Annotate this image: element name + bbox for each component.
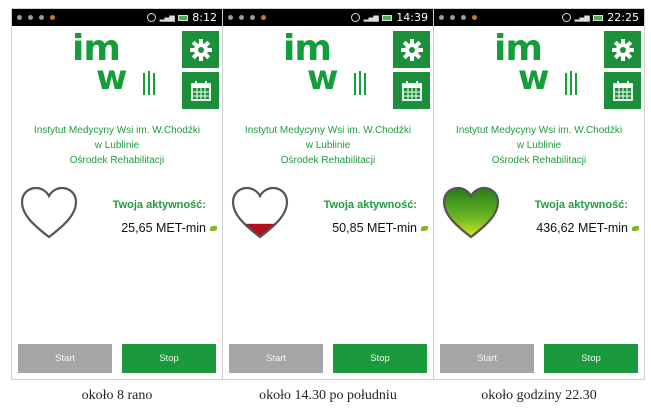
system-icons: ▂▄▆ 22:25	[561, 11, 639, 24]
imw-logo: im w	[72, 31, 162, 97]
system-icons: ▂▄▆ 8:12	[146, 11, 217, 24]
gear-icon	[189, 38, 212, 61]
notification-icon	[17, 15, 22, 20]
institute-line: Ośrodek Rehabilitacji	[280, 155, 376, 166]
calendar-button[interactable]	[182, 72, 219, 109]
alarm-icon	[561, 13, 571, 22]
battery-icon	[382, 14, 393, 21]
institute-line: Instytut Medycyny Wsi im. W.Chodźki	[244, 125, 412, 136]
leaf-icon	[421, 226, 428, 231]
logo-text-bottom: w	[518, 58, 550, 98]
status-time: 8:12	[192, 11, 217, 24]
activity-label: Twoja aktywność:	[112, 199, 206, 211]
settings-button[interactable]	[604, 31, 641, 68]
notification-icon	[439, 15, 444, 20]
heart-icon	[442, 186, 500, 239]
battery-icon	[178, 14, 189, 21]
leaf-icon	[632, 226, 639, 231]
notification-icon	[39, 15, 44, 20]
calendar-icon	[612, 80, 633, 101]
logo-text-bottom: w	[307, 58, 339, 98]
institute-line: w Lublinie	[94, 140, 140, 151]
notification-icon	[261, 15, 266, 20]
start-button[interactable]: Start	[440, 344, 534, 373]
notification-icons	[439, 15, 477, 20]
signal-icon: ▂▄▆	[363, 13, 379, 22]
phone-screen: ▂▄▆ 22:25 im w Instytut Medycyny Wsi im.…	[433, 8, 645, 380]
screen-caption: około 8 rano	[81, 388, 153, 403]
notification-icon	[228, 15, 233, 20]
signal-icon: ▂▄▆	[159, 13, 175, 22]
alarm-icon	[146, 13, 156, 22]
phone-screen: ▂▄▆ 14:39 im w Instytut Medycyny Wsi im.…	[222, 8, 434, 380]
activity-value: 25,65 MET-min	[121, 221, 206, 235]
start-button[interactable]: Start	[18, 344, 112, 373]
notification-icon	[28, 15, 33, 20]
screen-caption: około 14.30 po południu	[259, 388, 397, 403]
imw-logo: im w	[283, 31, 373, 97]
settings-button[interactable]	[393, 31, 430, 68]
alarm-icon	[350, 13, 360, 22]
status-time: 22:25	[607, 11, 639, 24]
institute-name: Instytut Medycyny Wsi im. W.Chodźki w Lu…	[12, 123, 222, 168]
activity-value: 436,62 MET-min	[536, 221, 628, 235]
notification-icon	[250, 15, 255, 20]
institute-name: Instytut Medycyny Wsi im. W.Chodźki w Lu…	[434, 123, 644, 168]
system-icons: ▂▄▆ 14:39	[350, 11, 428, 24]
leaf-icon	[210, 226, 217, 231]
notification-icon	[461, 15, 466, 20]
logo-text-bottom: w	[96, 58, 128, 98]
heart-icon	[20, 186, 78, 239]
notification-icon	[450, 15, 455, 20]
notification-icons	[228, 15, 266, 20]
heart-icon	[231, 186, 289, 239]
calendar-icon	[401, 80, 422, 101]
status-bar: ▂▄▆ 22:25	[434, 9, 644, 26]
calendar-button[interactable]	[604, 72, 641, 109]
status-bar: ▂▄▆ 14:39	[223, 9, 433, 26]
phone-screen: ▂▄▆ 8:12 im w Instytut Medycyny Wsi im. …	[11, 8, 223, 380]
wheat-icon	[565, 71, 577, 95]
status-time: 14:39	[396, 11, 428, 24]
stop-button[interactable]: Stop	[122, 344, 216, 373]
notification-icon	[239, 15, 244, 20]
gear-icon	[611, 38, 634, 61]
institute-line: w Lublinie	[305, 140, 351, 151]
institute-line: w Lublinie	[516, 140, 562, 151]
start-button[interactable]: Start	[229, 344, 323, 373]
calendar-icon	[190, 80, 211, 101]
wheat-icon	[354, 71, 366, 95]
notification-icon	[472, 15, 477, 20]
battery-icon	[593, 14, 604, 21]
institute-line: Ośrodek Rehabilitacji	[491, 155, 587, 166]
stop-button[interactable]: Stop	[333, 344, 427, 373]
signal-icon: ▂▄▆	[574, 13, 590, 22]
institute-line: Ośrodek Rehabilitacji	[69, 155, 165, 166]
notification-icons	[17, 15, 55, 20]
notification-icon	[50, 15, 55, 20]
gear-icon	[400, 38, 423, 61]
calendar-button[interactable]	[393, 72, 430, 109]
status-bar: ▂▄▆ 8:12	[12, 9, 222, 26]
activity-label: Twoja aktywność:	[323, 199, 417, 211]
institute-line: Instytut Medycyny Wsi im. W.Chodźki	[455, 125, 623, 136]
settings-button[interactable]	[182, 31, 219, 68]
institute-name: Instytut Medycyny Wsi im. W.Chodźki w Lu…	[223, 123, 433, 168]
institute-line: Instytut Medycyny Wsi im. W.Chodźki	[33, 125, 201, 136]
screen-caption: około godziny 22.30	[481, 388, 597, 403]
wheat-icon	[143, 71, 155, 95]
activity-label: Twoja aktywność:	[534, 199, 628, 211]
activity-value: 50,85 MET-min	[332, 221, 417, 235]
imw-logo: im w	[494, 31, 584, 97]
stop-button[interactable]: Stop	[544, 344, 638, 373]
